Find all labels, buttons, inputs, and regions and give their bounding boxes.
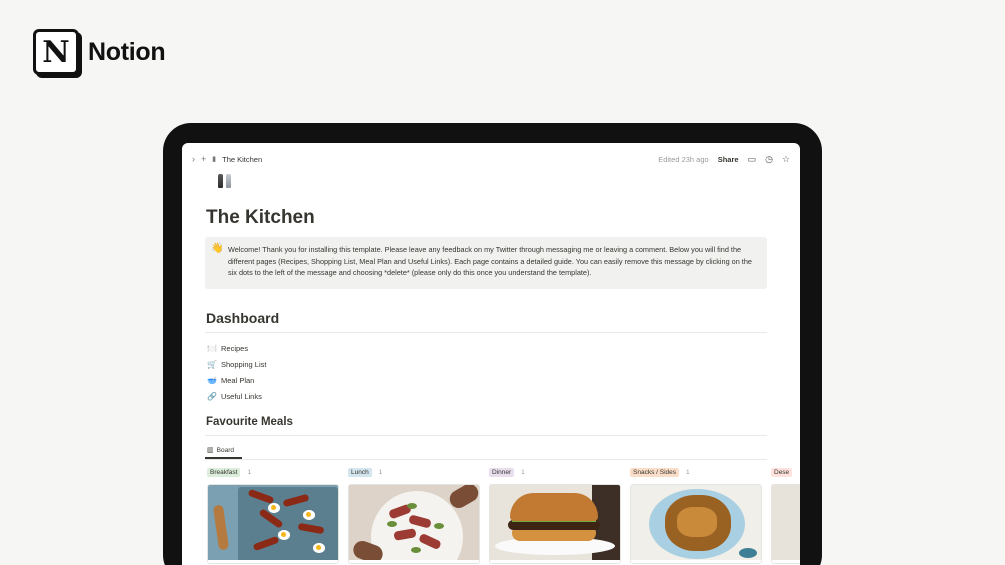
plus-icon[interactable]: + xyxy=(201,155,206,164)
group-count: 1 xyxy=(521,468,525,476)
meal-cover-image xyxy=(208,485,338,560)
meal-cover-image xyxy=(490,485,620,560)
welcome-callout[interactable]: 👋 Welcome! Thank you for installing this… xyxy=(205,237,767,289)
topbar: › + ▮ The Kitchen Edited 23h ago Share ▭… xyxy=(182,151,800,171)
edited-timestamp: Edited 23h ago xyxy=(658,155,709,164)
breadcrumb: › + ▮ The Kitchen xyxy=(192,155,262,165)
comment-icon[interactable]: ▭ xyxy=(748,154,757,165)
meal-card[interactable] xyxy=(207,484,339,564)
board-icon: ▥ xyxy=(207,447,214,454)
waving-hand-icon: 👋 xyxy=(211,243,224,254)
meal-cover-image xyxy=(631,485,761,560)
board-column-snacks-sides: Snacks / Sides 1 xyxy=(630,466,762,564)
divider xyxy=(205,435,767,436)
tablet-frame: › + ▮ The Kitchen Edited 23h ago Share ▭… xyxy=(163,123,822,565)
notion-brand: N Notion xyxy=(33,29,166,75)
group-count: 1 xyxy=(247,468,252,476)
group-tag[interactable]: Dinner xyxy=(489,467,515,477)
callout-text: Welcome! Thank you for installing this t… xyxy=(228,245,752,277)
dashboard-link-recipes[interactable]: 🍽️ Recipes xyxy=(207,340,266,356)
dashboard-link-useful-links[interactable]: 🔗 Useful Links xyxy=(207,388,266,404)
column-header: Breakfast 1 xyxy=(207,466,339,478)
page-icon[interactable] xyxy=(218,174,231,188)
divider xyxy=(205,459,767,460)
link-label: Recipes xyxy=(221,343,249,353)
group-tag[interactable]: Snacks / Sides xyxy=(630,467,679,477)
notion-logo-icon: N xyxy=(33,29,79,75)
group-tag[interactable]: Breakfast xyxy=(207,467,241,477)
group-count: 1 xyxy=(686,468,690,476)
meal-cover-image xyxy=(349,485,479,560)
notion-page-screen: › + ▮ The Kitchen Edited 23h ago Share ▭… xyxy=(182,143,800,565)
group-tag[interactable]: Lunch xyxy=(348,467,372,477)
group-tag[interactable]: Dese xyxy=(771,467,793,477)
salt-bottle-icon xyxy=(226,174,231,188)
meal-card[interactable] xyxy=(489,484,621,564)
board-column-dinner: Dinner 1 xyxy=(489,466,621,564)
link-icon: 🔗 xyxy=(207,391,217,401)
page-title[interactable]: The Kitchen xyxy=(206,207,315,229)
board-view-tab[interactable]: ▥ Board xyxy=(207,446,234,455)
divider xyxy=(205,332,767,333)
pepper-bottle-icon xyxy=(218,174,223,188)
favorite-star-icon[interactable]: ☆ xyxy=(782,154,790,165)
cart-icon: 🛒 xyxy=(207,359,217,369)
board-column-lunch: Lunch 1 xyxy=(348,466,480,564)
board-column-breakfast: Breakfast 1 xyxy=(207,466,339,564)
plate-icon: 🍽️ xyxy=(207,343,217,353)
chevron-right-icon[interactable]: › xyxy=(192,155,195,164)
column-header: Snacks / Sides 1 xyxy=(630,466,762,478)
meal-card[interactable] xyxy=(630,484,762,564)
meal-cover-image xyxy=(772,485,800,560)
link-label: Meal Plan xyxy=(221,375,255,385)
dashboard-links: 🍽️ Recipes 🛒 Shopping List 🥣 Meal Plan 🔗… xyxy=(207,340,266,404)
dashboard-link-shopping-list[interactable]: 🛒 Shopping List xyxy=(207,356,266,372)
brand-name: Notion xyxy=(88,37,166,66)
view-label: Board xyxy=(216,446,234,454)
link-label: Useful Links xyxy=(221,391,262,401)
meal-card[interactable] xyxy=(348,484,480,564)
column-header: Lunch 1 xyxy=(348,466,480,478)
link-label: Shopping List xyxy=(221,359,267,369)
dashboard-heading: Dashboard xyxy=(206,310,280,326)
topbar-actions: Edited 23h ago Share ▭ ◷ ☆ xyxy=(658,154,790,165)
history-clock-icon[interactable]: ◷ xyxy=(765,154,773,165)
dashboard-link-meal-plan[interactable]: 🥣 Meal Plan xyxy=(207,372,266,388)
breadcrumb-title[interactable]: The Kitchen xyxy=(222,155,262,164)
page-bottles-icon: ▮ xyxy=(212,156,217,163)
column-header: Dinner 1 xyxy=(489,466,621,478)
column-header: Dese xyxy=(771,466,800,478)
bowl-icon: 🥣 xyxy=(207,375,217,385)
group-count: 1 xyxy=(378,468,383,476)
favourite-meals-heading: Favourite Meals xyxy=(206,416,293,428)
share-button[interactable]: Share xyxy=(718,155,739,164)
board-column-dessert: Dese xyxy=(771,466,800,564)
meal-card[interactable] xyxy=(771,484,800,564)
